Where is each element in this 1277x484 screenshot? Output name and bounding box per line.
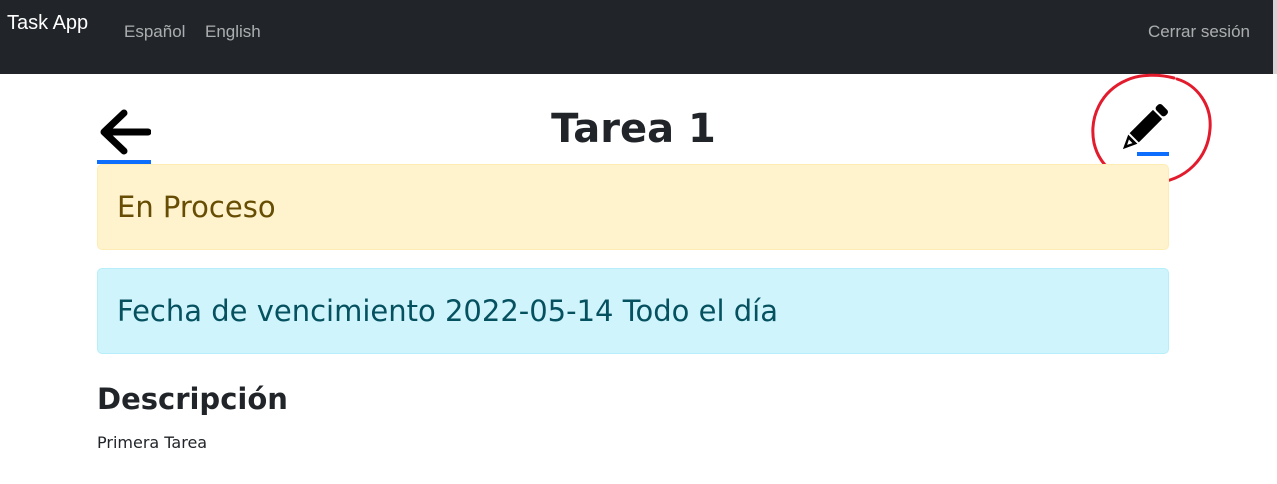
edit-link-underline [1137, 152, 1169, 156]
status-alert: En Proceso [97, 164, 1169, 250]
logout-link[interactable]: Cerrar sesión [1148, 22, 1250, 42]
status-text: En Proceso [117, 190, 276, 224]
description-text: Primera Tarea [97, 433, 208, 452]
page-title: Tarea 1 [551, 106, 716, 152]
due-date-alert: Fecha de vencimiento 2022-05-14 Todo el … [97, 268, 1169, 354]
language-english-link[interactable]: English [205, 22, 261, 42]
brand-link[interactable]: Task App [7, 12, 88, 35]
top-navbar: Task App Español English Cerrar sesión [0, 0, 1277, 74]
window-edge [1273, 0, 1277, 74]
description-heading: Descripción [97, 382, 288, 416]
language-spanish-link[interactable]: Español [124, 22, 185, 42]
due-date-text: Fecha de vencimiento 2022-05-14 Todo el … [117, 294, 778, 328]
edit-task-button[interactable] [1108, 98, 1174, 158]
